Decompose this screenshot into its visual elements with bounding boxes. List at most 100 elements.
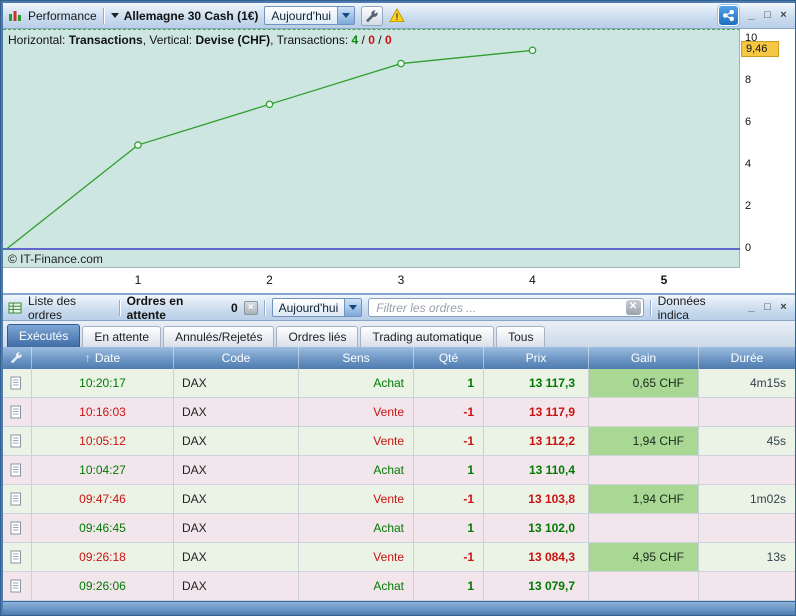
wrench-icon [365, 9, 379, 23]
cell-date: 09:26:18 [31, 543, 173, 571]
chevron-down-icon [349, 305, 358, 310]
orders-tab[interactable]: Annulés/Rejetés [163, 326, 275, 347]
order-row[interactable]: 10:20:17 DAX Achat 1 13 117,3 0,65 CHF 4… [3, 369, 795, 398]
cell-sens: Vente [298, 427, 413, 455]
close-button[interactable]: × [777, 301, 790, 315]
tab-label: Exécutés [19, 329, 69, 343]
cell-prix: 13 117,9 [483, 398, 588, 426]
orders-tab[interactable]: En attente [82, 326, 162, 347]
orders-tab[interactable]: Tous [496, 326, 546, 347]
column-header-sens[interactable]: Sens [298, 347, 413, 369]
period-select-value: Aujourd'hui [271, 9, 332, 23]
order-row[interactable]: 10:05:12 DAX Vente -1 13 112,2 1,94 CHF … [3, 427, 795, 456]
order-row[interactable]: 09:46:45 DAX Achat 1 13 102,0 [3, 514, 795, 543]
column-header-date[interactable]: ↑ Date [31, 347, 173, 369]
pending-orders-count: 0 [231, 300, 238, 315]
cell-qte: -1 [413, 427, 483, 455]
watermark: © IT-Finance.com [8, 252, 103, 266]
orders-period-select[interactable]: Aujourd'hui [271, 298, 363, 317]
transactions-win-count: 4 [351, 33, 359, 47]
cell-duree: 1m02s [698, 485, 795, 513]
chart-settings-button[interactable] [361, 5, 384, 26]
cell-date: 10:04:27 [31, 456, 173, 484]
order-details-icon[interactable] [10, 521, 24, 535]
order-details-icon[interactable] [10, 550, 24, 564]
pending-close-icon[interactable]: × [243, 300, 258, 315]
cell-gain: 0,65 CHF [588, 369, 698, 397]
column-header-duree[interactable]: Durée [698, 347, 795, 369]
chevron-down-icon [110, 13, 119, 18]
column-header-qte[interactable]: Qté [413, 347, 483, 369]
order-row[interactable]: 09:26:06 DAX Achat 1 13 079,7 [3, 572, 795, 601]
column-header-gain[interactable]: Gain [588, 347, 698, 369]
maximize-button[interactable]: □ [761, 301, 774, 315]
cell-sens: Vente [298, 485, 413, 513]
minimize-button[interactable]: _ [745, 301, 758, 315]
x-axis-tick: 1 [134, 273, 142, 287]
cell-duree: 45s [698, 427, 795, 455]
horizontal-label: Horizontal: [8, 33, 66, 47]
cell-qte: 1 [413, 514, 483, 542]
instrument-selector[interactable]: Allemagne 30 Cash (1€) [110, 9, 258, 23]
order-row[interactable]: 09:26:18 DAX Vente -1 13 084,3 4,95 CHF … [3, 543, 795, 572]
chevron-down-icon [342, 13, 351, 18]
x-axis-tick: 5 [660, 273, 668, 287]
order-row-icon-cell [3, 543, 31, 571]
cell-sens: Achat [298, 456, 413, 484]
tab-label: Annulés/Rejetés [175, 330, 263, 344]
column-header-prix[interactable]: Prix [483, 347, 588, 369]
order-details-icon[interactable] [10, 579, 24, 593]
order-details-icon[interactable] [10, 434, 24, 448]
cell-qte: 1 [413, 369, 483, 397]
order-details-icon[interactable] [10, 376, 24, 390]
cell-duree: 13s [698, 543, 795, 571]
order-row[interactable]: 09:47:46 DAX Vente -1 13 103,8 1,94 CHF … [3, 485, 795, 514]
cell-qte: 1 [413, 456, 483, 484]
sort-ascending-icon: ↑ [84, 351, 91, 365]
cell-qte: 1 [413, 572, 483, 600]
tab-label: Trading automatique [372, 330, 483, 344]
cell-code: DAX [173, 572, 298, 600]
order-details-icon[interactable] [10, 463, 24, 477]
order-details-icon[interactable] [10, 492, 24, 506]
cell-date: 09:46:45 [31, 514, 173, 542]
order-details-icon[interactable] [10, 405, 24, 419]
close-button[interactable]: × [777, 9, 790, 23]
cell-prix: 13 102,0 [483, 514, 588, 542]
performance-chart-zone: Horizontal: Transactions, Vertical: Devi… [3, 29, 795, 293]
cell-prix: 13 110,4 [483, 456, 588, 484]
cell-duree: 4m15s [698, 369, 795, 397]
window-controls: _ □ × [745, 9, 790, 23]
cell-code: DAX [173, 543, 298, 571]
filter-wrap: ✕ [368, 298, 644, 317]
y-axis-tick: 8 [745, 74, 752, 86]
period-select-arrow[interactable] [337, 7, 355, 24]
orders-filter-input[interactable] [368, 298, 644, 317]
columns-settings-cell[interactable] [3, 347, 31, 369]
separator [649, 299, 652, 316]
vertical-label: Vertical: [149, 33, 193, 47]
filter-clear-icon[interactable]: ✕ [625, 300, 641, 315]
period-select[interactable]: Aujourd'hui [264, 6, 356, 25]
side-panel-title: Données indica [657, 293, 706, 322]
order-row-icon-cell [3, 427, 31, 455]
minimize-button[interactable]: _ [745, 9, 758, 23]
bottom-scrollbar[interactable] [3, 601, 795, 615]
y-axis-tick: 2 [745, 200, 752, 212]
orders-tabs: Exécutés En attente Annulés/Rejetés Ordres … [3, 321, 795, 347]
order-row-icon-cell [3, 572, 31, 600]
cell-prix: 13 103,8 [483, 485, 588, 513]
performance-plot[interactable]: Horizontal: Transactions, Vertical: Devi… [3, 29, 740, 268]
y-axis-tick: 4 [745, 158, 752, 170]
orders-period-arrow[interactable] [344, 299, 362, 316]
maximize-button[interactable]: □ [761, 9, 774, 23]
order-row[interactable]: 10:04:27 DAX Achat 1 13 110,4 [3, 456, 795, 485]
orders-tab[interactable]: Ordres liés [276, 326, 359, 347]
orders-tab[interactable]: Trading automatique [360, 326, 495, 347]
share-button[interactable] [718, 5, 739, 26]
tab-label: En attente [94, 330, 150, 344]
column-header-code[interactable]: Code [173, 347, 298, 369]
warning-icon[interactable]: ! [389, 7, 405, 24]
orders-tab[interactable]: Exécutés [7, 324, 81, 347]
order-row[interactable]: 10:16:03 DAX Vente -1 13 117,9 [3, 398, 795, 427]
